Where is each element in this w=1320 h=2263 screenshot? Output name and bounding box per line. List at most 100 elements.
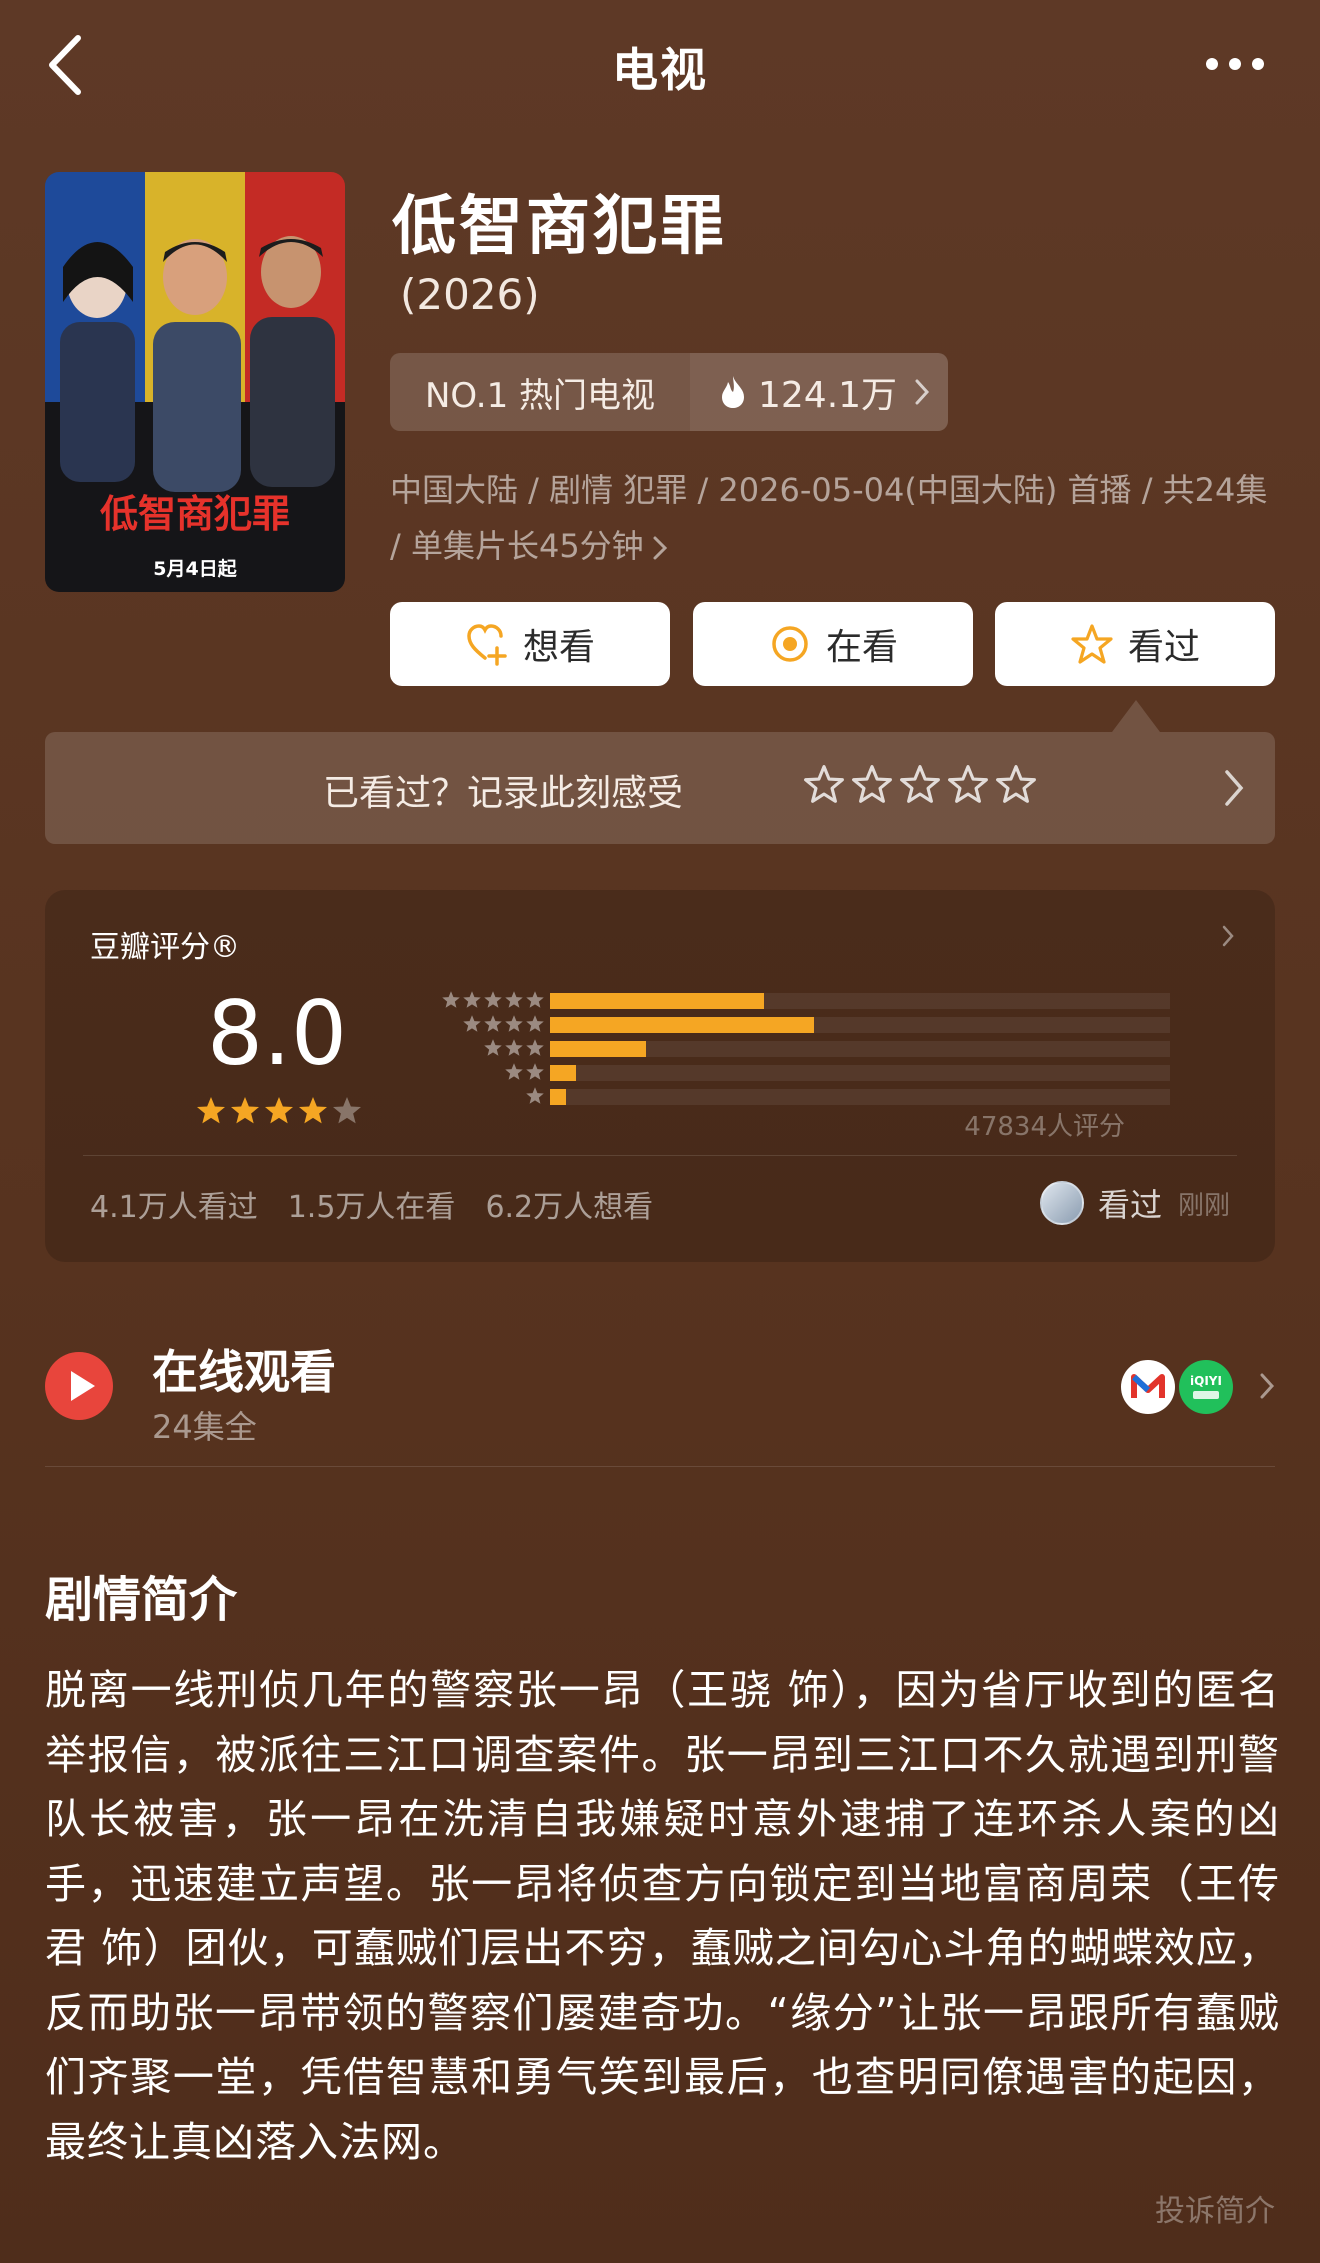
distribution-bar-track [550, 1089, 1170, 1105]
mango-tv-icon[interactable] [1121, 1360, 1175, 1414]
star-small-icon [505, 1063, 523, 1080]
star-small-icon [526, 1015, 544, 1032]
star-small-icon [463, 991, 481, 1008]
star-small-icon [484, 991, 502, 1008]
distribution-bar-fill [550, 1065, 577, 1081]
distribution-bar-track [550, 1041, 1170, 1057]
more-button[interactable] [1200, 44, 1270, 84]
star-outline-icon [1071, 624, 1113, 664]
distribution-bar-fill [550, 1041, 647, 1057]
distribution-stars [385, 1086, 545, 1106]
distribution-bar-track [550, 1065, 1170, 1081]
chevron-right-icon [915, 379, 930, 405]
rate-star-icon[interactable] [899, 764, 941, 806]
iqiyi-icon[interactable]: iQIYI [1179, 1360, 1233, 1414]
watch-stats: 4.1万人看过 1.5万人在看 6.2万人想看 [90, 1182, 653, 1226]
poster-title-art: 低智商犯罪 [100, 492, 290, 536]
top-bar: 电视 [0, 0, 1320, 130]
record-prompt: 已看过？记录此刻感受 [323, 773, 684, 814]
rating-title: 豆瓣评分® [90, 930, 240, 965]
rate-star-icon[interactable] [803, 764, 845, 806]
distribution-bar-fill [550, 993, 764, 1009]
star-small-icon [505, 1039, 523, 1056]
stat-watched: 4.1万人看过 [90, 1190, 258, 1225]
watching-circle-icon [772, 626, 808, 662]
poster-art: 低智商犯罪 5月4日起 [45, 172, 345, 592]
heat-indicator[interactable]: 124.1万 [690, 353, 948, 431]
meta-text: 中国大陆 / 剧情 犯罪 / 2026-05-04(中国大陆) 首播 / 共24… [390, 471, 1268, 565]
distribution-bar-track [550, 1017, 1170, 1033]
friend-time: 刚刚 [1177, 1190, 1230, 1221]
distribution-stars [385, 1062, 545, 1082]
star-small-icon [484, 1015, 502, 1032]
chevron-right-icon [1222, 925, 1234, 947]
svg-text:iQIYI: iQIYI [1190, 1374, 1222, 1388]
chevron-right-icon [1260, 1373, 1275, 1399]
stat-watching: 1.5万人在看 [287, 1190, 456, 1225]
poster-image[interactable]: 低智商犯罪 5月4日起 [45, 172, 345, 592]
star-small-icon [484, 1039, 502, 1056]
chevron-right-icon [1225, 770, 1244, 806]
heart-plus-icon [467, 624, 507, 666]
star-filled-icon [265, 1097, 293, 1124]
distribution-bar-fill [550, 1017, 814, 1033]
rating-card[interactable]: 豆瓣评分® 8.0 47834人评分 4.1万人看过 1.5万人在看 6.2万人… [45, 890, 1275, 1262]
watched-label: 看过 [1127, 627, 1200, 668]
synopsis-body: 脱离一线刑侦几年的警察张一昂（王骁 饰），因为省厅收到的匿名举报信，被派往三江口… [45, 1666, 1280, 2166]
watching-button[interactable]: 在看 [693, 602, 973, 686]
poster-date-caption: 5月4日起 [153, 558, 237, 580]
rank-badge[interactable]: NO.1 热门电视 124.1万 [390, 353, 948, 431]
distribution-bar-fill [550, 1089, 566, 1105]
show-meta-info[interactable]: 中国大陆 / 剧情 犯罪 / 2026-05-04(中国大陆) 首播 / 共24… [390, 462, 1270, 574]
more-dots-icon [1206, 58, 1264, 70]
divider [45, 1466, 1275, 1467]
distribution-bar-track [550, 993, 1170, 1009]
rate-star-icon[interactable] [995, 764, 1037, 806]
star-small-icon [505, 991, 523, 1008]
online-watch-row[interactable]: 在线观看 24集全 iQIYI [45, 1330, 1275, 1460]
watching-label: 在看 [825, 627, 898, 668]
star-filled-icon [231, 1097, 259, 1124]
want-to-watch-button[interactable]: 想看 [390, 602, 670, 686]
star-small-icon [526, 1039, 544, 1056]
online-watch-title: 在线观看 [152, 1345, 336, 1399]
distribution-stars [385, 1038, 545, 1058]
friend-status: 看过 [1097, 1186, 1162, 1224]
watched-button[interactable]: 看过 [995, 602, 1275, 686]
star-small-icon [463, 1015, 481, 1032]
friend-activity[interactable]: 看过 刚刚 [1039, 1180, 1230, 1226]
star-small-icon [442, 991, 460, 1008]
star-empty-icon [333, 1097, 361, 1124]
stat-want: 6.2万人想看 [485, 1190, 654, 1225]
fire-icon [722, 376, 744, 408]
star-filled-icon [197, 1097, 225, 1124]
want-label: 想看 [522, 627, 595, 668]
report-synopsis-link[interactable]: 投诉简介 [1155, 2186, 1275, 2230]
chevron-right-icon [653, 536, 667, 560]
rate-stars[interactable] [803, 764, 1037, 806]
rank-label: NO.1 热门电视 [424, 375, 656, 416]
show-title: 低智商犯罪 [392, 190, 727, 264]
star-small-icon [505, 1015, 523, 1032]
record-feeling-bar[interactable]: 已看过？记录此刻感受 [45, 732, 1275, 844]
distribution-stars [385, 990, 545, 1010]
distribution-stars [385, 1014, 545, 1034]
avatar[interactable] [1039, 1181, 1084, 1225]
page-title: 电视 [612, 43, 708, 97]
rating-score: 8.0 [207, 982, 347, 1085]
synopsis-title: 剧情简介 [45, 1572, 238, 1628]
divider [83, 1155, 1237, 1156]
rate-star-icon[interactable] [947, 764, 989, 806]
star-filled-icon [299, 1097, 327, 1124]
rate-star-icon[interactable] [851, 764, 893, 806]
rating-count: 47834人评分 [964, 1112, 1125, 1142]
watched-pointer [1112, 700, 1160, 732]
heat-value: 124.1万 [758, 375, 898, 416]
episode-count: 24集全 [152, 1408, 257, 1446]
show-year: (2026) [400, 270, 540, 319]
star-small-icon [526, 1087, 544, 1104]
score-stars [195, 1095, 363, 1127]
movie-detail-page: 电视 低智商犯罪 5月4日起 低智商犯罪 (2026) NO.1 热门电视 12… [0, 0, 1320, 2263]
play-icon [45, 1352, 113, 1420]
star-small-icon [526, 991, 544, 1008]
